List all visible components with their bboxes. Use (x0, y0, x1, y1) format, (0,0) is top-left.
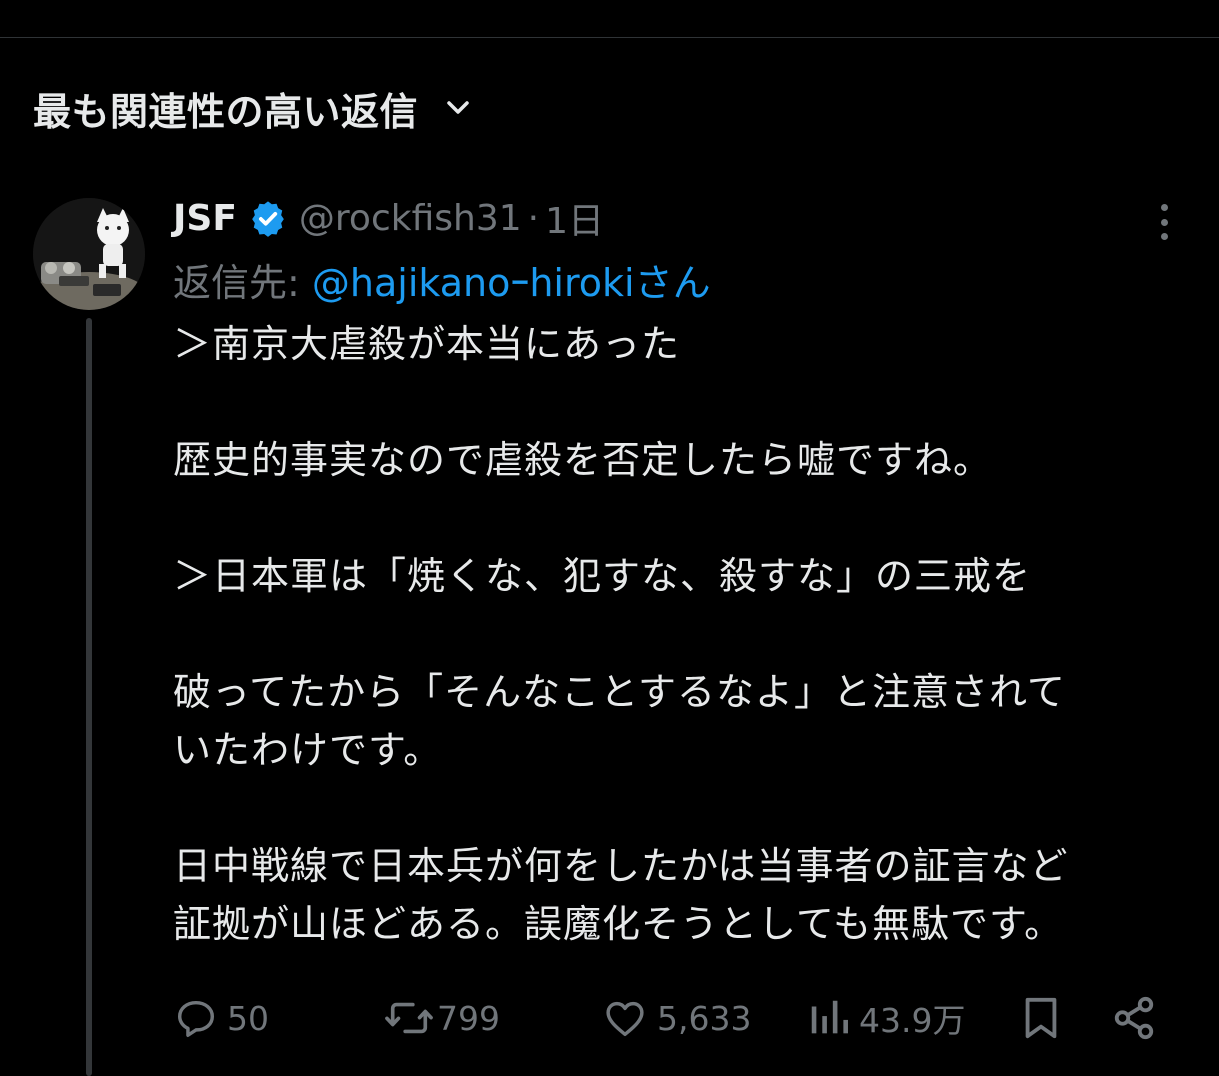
separator-dot: · (527, 197, 540, 239)
reply-to-prefix: 返信先: (173, 261, 312, 305)
heart-icon (601, 995, 649, 1041)
tweet-header: JSF @rockfish31 · 1日 (173, 193, 604, 243)
tweet-text-line: いたわけです。 (173, 728, 443, 772)
reply-count: 50 (227, 998, 269, 1038)
retweet-count: 799 (437, 998, 500, 1038)
share-icon (1111, 995, 1157, 1041)
avatar[interactable] (33, 198, 145, 310)
tweet-text-line: 破ってたから「そんなことするなよ」と注意されて (173, 670, 1066, 714)
reply-sort-selector[interactable]: 最も関連性の高い返信 (33, 80, 472, 136)
views-button[interactable]: 43.9万 (807, 990, 965, 1046)
retweet-icon (383, 995, 435, 1041)
bookmark-button[interactable] (1019, 990, 1063, 1046)
display-name[interactable]: JSF (173, 198, 237, 239)
more-dots-icon[interactable] (1148, 200, 1180, 244)
thread-line (86, 318, 92, 1076)
tweet-text-line: 証拠が山ほどある。誤魔化そうとしても無駄です。 (173, 902, 1064, 946)
tweet-text-line: 日中戦線で日本兵が何をしたかは当事者の証言など (173, 844, 1069, 888)
bookmark-icon (1019, 995, 1063, 1041)
reply-to-mention[interactable]: @hajikanoｰhirokiさん (312, 261, 711, 305)
verified-badge-icon (249, 199, 287, 237)
top-divider (0, 37, 1219, 38)
tweet-text-line: ＞南京大虐殺が本当にあった (173, 322, 681, 366)
view-count: 43.9万 (859, 1001, 966, 1040)
reply-to-line: 返信先: @hajikanoｰhirokiさん (173, 252, 711, 307)
retweet-button[interactable]: 799 (383, 990, 500, 1046)
action-bar: 50 799 5,633 43.9万 (173, 990, 1173, 1046)
reply-button[interactable]: 50 (173, 990, 269, 1046)
chevron-down-icon (444, 94, 472, 122)
tweet-text-line-blank (173, 489, 1203, 547)
share-button[interactable] (1111, 990, 1157, 1046)
tweet-text-line-blank (173, 373, 1203, 431)
tweet-text-line-blank (173, 605, 1203, 663)
like-count: 5,633 (657, 998, 752, 1038)
sort-label: 最も関連性の高い返信 (33, 89, 419, 134)
tweet-text-line: ＞日本軍は「焼くな、犯すな、殺すな」の三戒を (173, 554, 1032, 598)
tweet-text-line: 歴史的事実なので虐殺を否定したら嘘ですね。 (173, 438, 993, 482)
tweet-text: ＞南京大虐殺が本当にあった 歴史的事実なので虐殺を否定したら嘘ですね。 ＞日本軍… (173, 315, 1203, 953)
like-button[interactable]: 5,633 (601, 990, 751, 1046)
handle[interactable]: @rockfish31 (299, 198, 522, 239)
reply-icon (173, 995, 219, 1041)
timestamp[interactable]: 1日 (545, 192, 604, 244)
tweet-text-line-blank (173, 779, 1203, 837)
views-chart-icon (807, 995, 851, 1041)
